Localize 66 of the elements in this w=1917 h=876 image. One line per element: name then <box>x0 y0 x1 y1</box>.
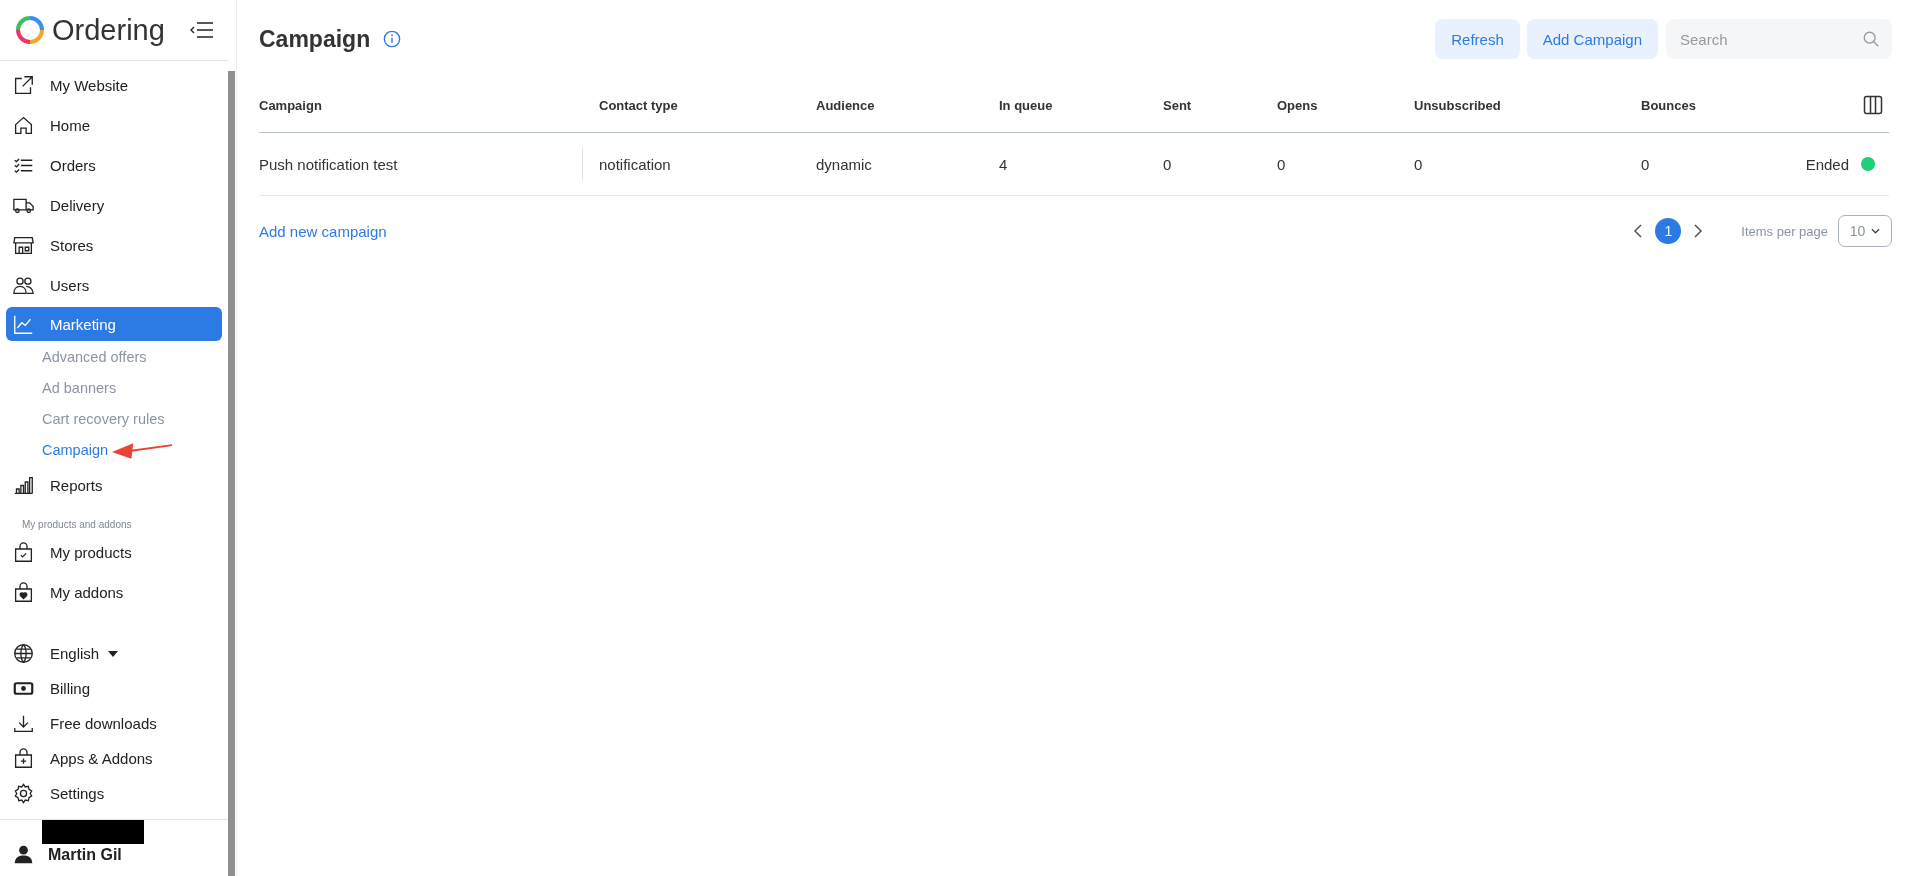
nav-item[interactable]: Stores <box>0 225 228 265</box>
section-label: My products and addons <box>21 518 133 532</box>
bag-check-icon <box>13 541 34 563</box>
brand-name: Ordering <box>52 13 165 47</box>
caret-icon <box>107 649 120 658</box>
logo-icon <box>14 14 46 46</box>
menu-item[interactable]: Settings <box>0 776 228 811</box>
next-page-icon[interactable] <box>1693 223 1704 239</box>
bag-heart-icon <box>13 581 34 603</box>
status-text: Ended <box>1805 155 1849 173</box>
globe-icon <box>13 643 34 664</box>
menu-item[interactable]: Free downloads <box>0 706 228 741</box>
nav-item[interactable]: Home <box>0 105 228 145</box>
column-header: Contact type <box>599 97 679 113</box>
users-icon <box>13 274 34 296</box>
table-cell: dynamic <box>816 155 872 173</box>
chevron-down-icon <box>1871 228 1881 234</box>
nav-item[interactable]: My Website <box>0 65 228 105</box>
nav-item[interactable]: Reports <box>0 465 228 505</box>
user-name: Martin Gil <box>48 845 122 864</box>
bag-plus-icon <box>13 748 34 769</box>
table-cell: 0 <box>1163 155 1172 173</box>
nav-item[interactable]: My addons <box>0 572 228 612</box>
table-cell: notification <box>599 155 671 173</box>
columns-icon[interactable] <box>1863 95 1883 115</box>
search-icon <box>1862 30 1880 48</box>
nav-item[interactable]: Delivery <box>0 185 228 225</box>
column-header: Bounces <box>1641 97 1697 113</box>
column-header: Audience <box>816 97 876 113</box>
table-cell: 4 <box>999 155 1008 173</box>
external-link-icon <box>13 74 34 96</box>
page-number[interactable]: 1 <box>1655 218 1682 244</box>
search-field[interactable]: Search <box>1666 19 1892 59</box>
line-chart-icon <box>13 313 34 335</box>
table-cell: Push notification test <box>259 155 398 173</box>
column-header: In queue <box>999 97 1054 113</box>
header-button[interactable]: Refresh <box>1435 19 1520 59</box>
store-icon <box>13 234 34 256</box>
menu-item[interactable]: Billing <box>0 671 228 706</box>
table-cell: 0 <box>1641 155 1650 173</box>
scrollbar[interactable] <box>228 71 235 876</box>
submenu-item[interactable]: Campaign <box>42 441 109 458</box>
column-header: Unsubscribed <box>1414 97 1502 113</box>
nav-item[interactable]: My products <box>0 532 228 572</box>
column-header: Sent <box>1163 97 1193 113</box>
home-icon <box>13 114 34 136</box>
previous-page-icon[interactable] <box>1633 223 1644 239</box>
collapse-menu-icon[interactable] <box>190 21 214 39</box>
nav-item[interactable]: Orders <box>0 145 228 185</box>
page-title: Campaign <box>259 25 371 53</box>
items-per-page-label: Items per page <box>1741 223 1828 239</box>
nav-item[interactable]: Marketing <box>6 307 222 341</box>
menu-item[interactable]: Apps & Addons <box>0 741 228 776</box>
bar-chart-icon <box>13 474 34 496</box>
table-cell: 0 <box>1414 155 1423 173</box>
column-header: Campaign <box>259 97 323 113</box>
table-cell: 0 <box>1277 155 1286 173</box>
user-icon <box>13 844 34 865</box>
menu-item[interactable]: English <box>0 636 228 671</box>
nav-item[interactable]: Users <box>0 265 228 305</box>
info-icon[interactable] <box>383 30 402 48</box>
download-icon <box>13 713 34 734</box>
settings-icon <box>13 783 34 804</box>
header-button[interactable]: Add Campaign <box>1526 19 1658 59</box>
column-header: Opens <box>1277 97 1319 113</box>
add-campaign-link[interactable]: Add new campaign <box>259 222 387 240</box>
